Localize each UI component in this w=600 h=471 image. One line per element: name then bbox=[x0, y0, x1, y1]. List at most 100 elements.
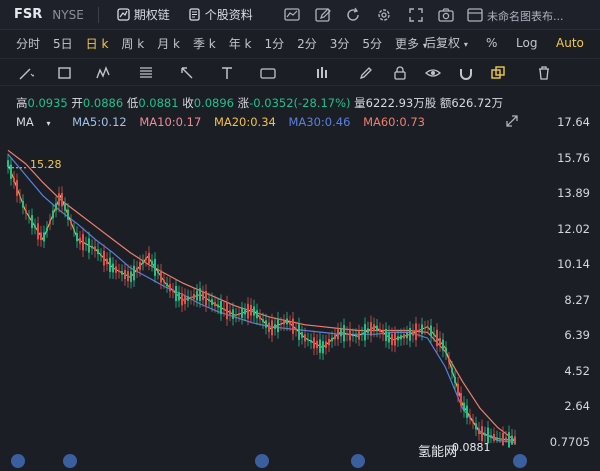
chevron-down-icon: ▾ bbox=[463, 40, 468, 49]
chart-template-icon[interactable] bbox=[283, 6, 301, 24]
open-label: 开 bbox=[71, 96, 83, 110]
candle-body bbox=[205, 290, 207, 306]
candle-body bbox=[433, 333, 435, 336]
price-chart[interactable] bbox=[0, 113, 600, 471]
period-daily[interactable]: 日 k bbox=[86, 35, 109, 52]
lock-icon[interactable] bbox=[392, 65, 408, 81]
candle-body bbox=[190, 297, 192, 299]
pattern-icon[interactable] bbox=[96, 65, 112, 81]
candle-body bbox=[25, 210, 27, 214]
candle-body bbox=[271, 320, 273, 336]
layout-name-dropdown[interactable]: 未命名图表布... bbox=[487, 8, 564, 24]
candle-body bbox=[505, 437, 507, 442]
period-more-label: 更多 bbox=[395, 36, 420, 51]
candle-body bbox=[373, 324, 375, 331]
volume-label: 量 bbox=[354, 96, 366, 110]
candle-body bbox=[442, 339, 444, 351]
period-5min[interactable]: 5分 bbox=[362, 35, 382, 52]
edit-icon[interactable] bbox=[314, 6, 332, 24]
candle-body bbox=[223, 308, 225, 310]
candle-body bbox=[472, 420, 474, 423]
period-yearly[interactable]: 年 k bbox=[229, 35, 252, 52]
rectangle-icon[interactable] bbox=[57, 65, 73, 81]
y-tick-label: 4.52 bbox=[564, 363, 590, 378]
candle-body bbox=[511, 435, 513, 445]
candle-body bbox=[502, 432, 504, 446]
copy-icon[interactable] bbox=[490, 65, 506, 81]
period-1min[interactable]: 1分 bbox=[264, 35, 284, 52]
candle-body bbox=[118, 270, 120, 272]
candle-body bbox=[367, 328, 369, 333]
arrow-icon[interactable] bbox=[179, 65, 195, 81]
layout-icon[interactable] bbox=[466, 6, 484, 24]
period-intraday[interactable]: 分时 bbox=[16, 35, 40, 52]
candle-body bbox=[157, 271, 159, 273]
trend-line-icon[interactable] bbox=[18, 65, 34, 81]
candle-body bbox=[448, 358, 450, 363]
candle-body bbox=[103, 251, 105, 266]
gear-icon[interactable] bbox=[375, 6, 393, 24]
candle-body bbox=[163, 279, 165, 283]
period-monthly[interactable]: 月 k bbox=[157, 35, 180, 52]
pencil-icon[interactable] bbox=[358, 65, 374, 81]
candle-body bbox=[139, 261, 141, 270]
magnet-icon[interactable] bbox=[458, 65, 474, 81]
candle-body bbox=[22, 200, 24, 208]
period-3min[interactable]: 3分 bbox=[330, 35, 350, 52]
period-quarterly[interactable]: 季 k bbox=[193, 35, 216, 52]
watermark: 氢能网 bbox=[418, 445, 458, 460]
period-weekly[interactable]: 周 k bbox=[121, 35, 144, 52]
low-label: 低 bbox=[126, 96, 139, 110]
candle-body bbox=[340, 328, 342, 337]
trash-icon[interactable] bbox=[536, 65, 552, 81]
period-5day[interactable]: 5日 bbox=[53, 35, 73, 52]
candle-body bbox=[193, 293, 195, 300]
text-tool-icon[interactable] bbox=[219, 65, 235, 81]
candle-body bbox=[313, 337, 315, 349]
candle-body bbox=[256, 310, 258, 319]
candle-body bbox=[67, 209, 69, 220]
quote-summary: 高0.0935 开0.0886 低0.0881 收0.0896 涨-0.0352… bbox=[16, 95, 503, 111]
candle-body bbox=[418, 330, 420, 332]
candle-body bbox=[34, 225, 36, 228]
candle-body bbox=[121, 271, 123, 275]
drawing-toolbar bbox=[0, 58, 600, 86]
candle-body bbox=[82, 234, 84, 251]
percent-toggle[interactable]: % bbox=[486, 30, 497, 56]
candle-body bbox=[28, 216, 30, 218]
options-chain-button[interactable]: 期权链 bbox=[117, 6, 170, 23]
candle-body bbox=[115, 266, 117, 273]
adjust-dropdown[interactable]: 后复权 ▾ bbox=[424, 30, 468, 56]
label-icon[interactable] bbox=[260, 65, 276, 81]
candle-body bbox=[451, 367, 453, 373]
candle-body bbox=[496, 437, 498, 440]
candle-body bbox=[301, 332, 303, 338]
candle-body bbox=[283, 320, 285, 325]
camera-icon[interactable] bbox=[437, 6, 455, 24]
symbol-label[interactable]: FSR bbox=[14, 7, 42, 22]
period-more[interactable]: 更多 ▾ bbox=[395, 35, 427, 52]
candle-body bbox=[406, 332, 408, 339]
eye-icon[interactable] bbox=[425, 65, 441, 81]
candle-body bbox=[7, 160, 9, 168]
candle-body bbox=[280, 323, 282, 325]
candle-body bbox=[151, 260, 153, 265]
fibonacci-icon[interactable] bbox=[138, 65, 154, 81]
bars-icon[interactable] bbox=[315, 65, 331, 81]
event-badge bbox=[63, 454, 77, 468]
candle-body bbox=[91, 246, 93, 249]
period-2min[interactable]: 2分 bbox=[297, 35, 317, 52]
candle-body bbox=[307, 339, 309, 341]
candle-body bbox=[331, 337, 333, 342]
log-toggle[interactable]: Log bbox=[516, 30, 537, 56]
event-badge bbox=[11, 454, 25, 468]
candle-body bbox=[175, 285, 177, 302]
fullscreen-icon[interactable] bbox=[407, 6, 425, 24]
candle-body bbox=[412, 330, 414, 336]
candle-body bbox=[154, 258, 156, 276]
candle-body bbox=[106, 258, 108, 265]
auto-toggle[interactable]: Auto bbox=[556, 30, 584, 56]
refresh-icon[interactable] bbox=[344, 6, 362, 24]
stock-profile-button[interactable]: 个股资料 bbox=[188, 6, 253, 23]
candle-body bbox=[298, 324, 300, 340]
